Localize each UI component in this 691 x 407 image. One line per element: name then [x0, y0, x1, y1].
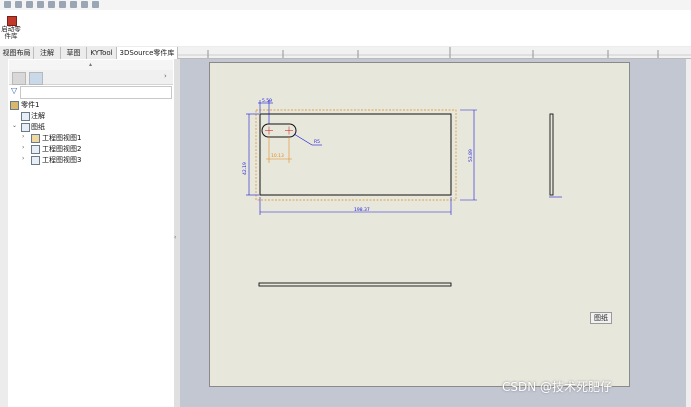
part-outline[interactable]	[259, 113, 452, 196]
top-view-outline[interactable]	[258, 282, 452, 287]
drawing-views: 5.59 10.13 R5 42.19 53.89 198.37	[242, 98, 562, 287]
sheet-tab-label[interactable]: 图纸	[590, 312, 612, 324]
dim-radius-text[interactable]: R5	[314, 139, 320, 145]
dim-top-text[interactable]: 5.59	[262, 98, 272, 104]
dim-slot-text[interactable]: 10.13	[271, 153, 284, 159]
side-view-outline[interactable]	[549, 113, 554, 196]
dim-height-left-text[interactable]: 42.19	[242, 162, 248, 175]
slot-centermarks	[265, 126, 293, 135]
watermark-text: CSDN @技术死肥仔	[502, 380, 613, 394]
dim-height-right-text[interactable]: 53.89	[468, 149, 474, 162]
dimension-lines	[246, 100, 562, 215]
dim-width-text[interactable]: 198.37	[354, 207, 370, 213]
slot-dimension	[266, 137, 292, 163]
